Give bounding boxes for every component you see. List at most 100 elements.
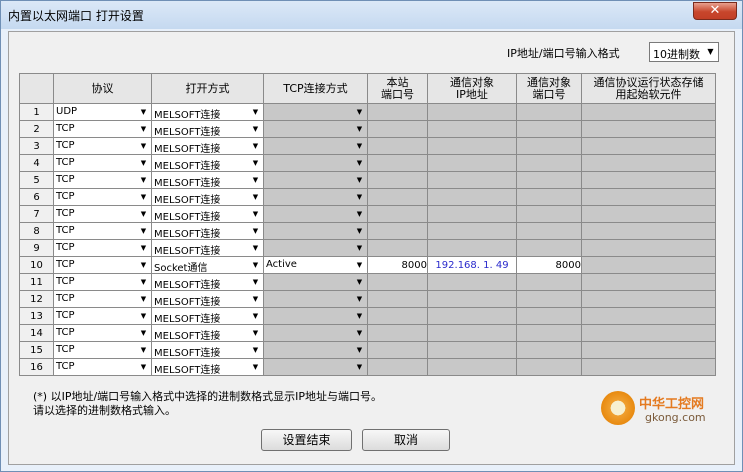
remote-port-field[interactable]: 8000 [516,256,582,274]
remote-port-field[interactable] [516,307,582,325]
remote-port-field[interactable] [516,239,582,257]
remote-port-field[interactable] [516,222,582,240]
remote-port-field[interactable] [516,324,582,342]
protocol-select[interactable]: TCP ▼ [53,222,152,240]
remote-ip-field[interactable] [427,137,517,155]
open-method-select[interactable]: MELSOFT连接 ▼ [151,222,264,240]
open-method-select[interactable]: MELSOFT连接 ▼ [151,341,264,359]
input-format-select[interactable]: 10进制数 ▼ [649,42,719,62]
open-method-select[interactable]: MELSOFT连接 ▼ [151,120,264,138]
remote-port-field[interactable] [516,188,582,206]
remote-ip-field[interactable]: 192.168. 1. 49 [427,256,517,274]
local-port-field[interactable] [367,324,428,342]
remote-port-field[interactable] [516,205,582,223]
status-device-field[interactable] [581,154,716,172]
local-port-field[interactable] [367,307,428,325]
open-method-select[interactable]: MELSOFT连接 ▼ [151,239,264,257]
local-port-field[interactable] [367,358,428,376]
local-port-field[interactable] [367,341,428,359]
protocol-select[interactable]: TCP ▼ [53,273,152,291]
open-method-select[interactable]: MELSOFT连接 ▼ [151,171,264,189]
protocol-select[interactable]: TCP ▼ [53,239,152,257]
protocol-select[interactable]: TCP ▼ [53,154,152,172]
status-device-field[interactable] [581,341,716,359]
remote-port-field[interactable] [516,273,582,291]
tcp-method-select[interactable]: ▼ [263,239,368,257]
status-device-field[interactable] [581,358,716,376]
protocol-select[interactable]: TCP ▼ [53,290,152,308]
remote-ip-field[interactable] [427,341,517,359]
remote-port-field[interactable] [516,341,582,359]
tcp-method-select[interactable]: ▼ [263,341,368,359]
remote-ip-field[interactable] [427,120,517,138]
tcp-method-select[interactable]: ▼ [263,324,368,342]
protocol-select[interactable]: TCP ▼ [53,341,152,359]
remote-ip-field[interactable] [427,358,517,376]
status-device-field[interactable] [581,188,716,206]
status-device-field[interactable] [581,137,716,155]
remote-ip-field[interactable] [427,188,517,206]
open-method-select[interactable]: MELSOFT连接 ▼ [151,103,264,121]
tcp-method-select[interactable]: ▼ [263,120,368,138]
protocol-select[interactable]: TCP ▼ [53,256,152,274]
remote-port-field[interactable] [516,154,582,172]
remote-port-field[interactable] [516,137,582,155]
local-port-field[interactable] [367,103,428,121]
protocol-select[interactable]: TCP ▼ [53,120,152,138]
remote-ip-field[interactable] [427,290,517,308]
open-method-select[interactable]: MELSOFT连接 ▼ [151,358,264,376]
cancel-button[interactable]: 取消 [362,429,450,451]
remote-ip-field[interactable] [427,307,517,325]
tcp-method-select[interactable]: ▼ [263,188,368,206]
open-method-select[interactable]: MELSOFT连接 ▼ [151,137,264,155]
remote-ip-field[interactable] [427,171,517,189]
protocol-select[interactable]: TCP ▼ [53,307,152,325]
remote-port-field[interactable] [516,290,582,308]
protocol-select[interactable]: TCP ▼ [53,188,152,206]
finish-settings-button[interactable]: 设置结束 [261,429,352,451]
status-device-field[interactable] [581,256,716,274]
open-method-select[interactable]: MELSOFT连接 ▼ [151,205,264,223]
status-device-field[interactable] [581,103,716,121]
local-port-field[interactable] [367,188,428,206]
remote-ip-field[interactable] [427,239,517,257]
open-method-select[interactable]: MELSOFT连接 ▼ [151,307,264,325]
remote-port-field[interactable] [516,358,582,376]
tcp-method-select[interactable]: ▼ [263,273,368,291]
remote-ip-field[interactable] [427,273,517,291]
local-port-field[interactable] [367,290,428,308]
status-device-field[interactable] [581,239,716,257]
open-method-select[interactable]: MELSOFT连接 ▼ [151,154,264,172]
status-device-field[interactable] [581,307,716,325]
status-device-field[interactable] [581,273,716,291]
local-port-field[interactable] [367,171,428,189]
tcp-method-select[interactable]: ▼ [263,307,368,325]
protocol-select[interactable]: TCP ▼ [53,324,152,342]
tcp-method-select[interactable]: ▼ [263,171,368,189]
open-method-select[interactable]: Socket通信 ▼ [151,256,264,274]
local-port-field[interactable] [367,273,428,291]
protocol-select[interactable]: TCP ▼ [53,171,152,189]
remote-ip-field[interactable] [427,205,517,223]
tcp-method-select[interactable]: ▼ [263,222,368,240]
remote-ip-field[interactable] [427,103,517,121]
status-device-field[interactable] [581,324,716,342]
remote-ip-field[interactable] [427,324,517,342]
status-device-field[interactable] [581,171,716,189]
tcp-method-select[interactable]: ▼ [263,137,368,155]
tcp-method-select[interactable]: ▼ [263,290,368,308]
status-device-field[interactable] [581,290,716,308]
remote-ip-field[interactable] [427,222,517,240]
open-method-select[interactable]: MELSOFT连接 ▼ [151,324,264,342]
status-device-field[interactable] [581,222,716,240]
local-port-field[interactable]: 8000 [367,256,428,274]
local-port-field[interactable] [367,222,428,240]
close-button[interactable]: ✕ [693,2,737,20]
status-device-field[interactable] [581,120,716,138]
tcp-method-select[interactable]: Active ▼ [263,256,368,274]
protocol-select[interactable]: TCP ▼ [53,137,152,155]
open-method-select[interactable]: MELSOFT连接 ▼ [151,290,264,308]
remote-port-field[interactable] [516,120,582,138]
open-method-select[interactable]: MELSOFT连接 ▼ [151,273,264,291]
local-port-field[interactable] [367,205,428,223]
